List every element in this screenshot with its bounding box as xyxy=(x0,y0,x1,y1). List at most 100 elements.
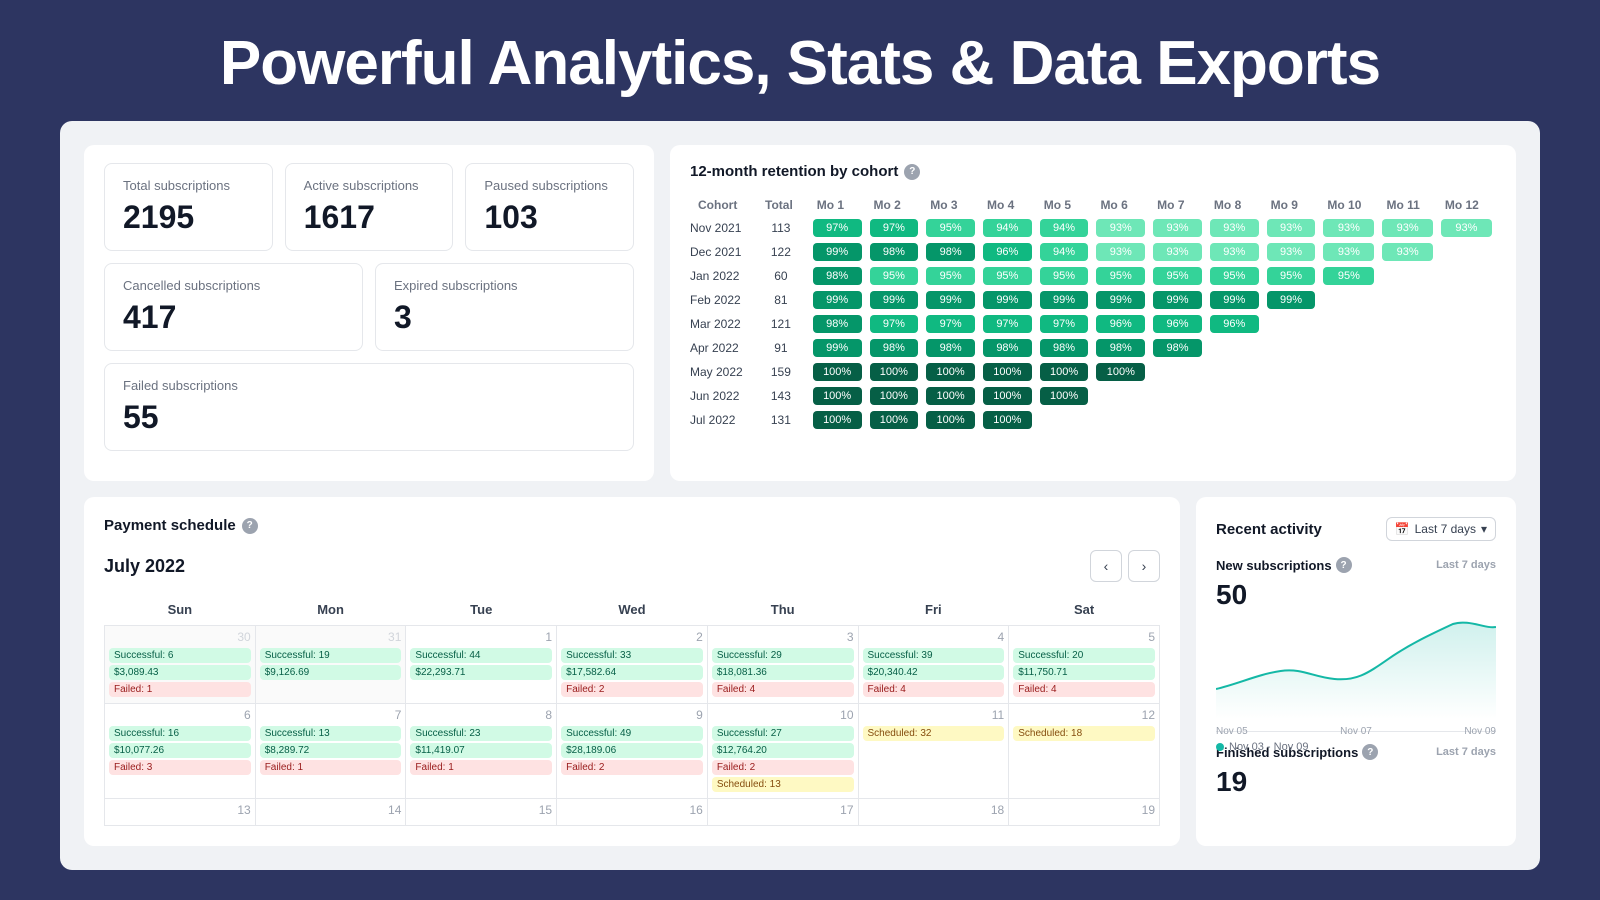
day-number: 19 xyxy=(1013,803,1155,817)
retention-total: 131 xyxy=(757,408,809,432)
retention-col-mo6: Mo 6 xyxy=(1092,194,1149,216)
date-filter-button[interactable]: 📅 Last 7 days ▾ xyxy=(1386,517,1496,541)
calendar-table: SunMonTueWedThuFriSat 30 Successful: 6 $… xyxy=(104,594,1160,826)
total-subscriptions-card: Total subscriptions 2195 xyxy=(104,163,273,251)
retention-cell xyxy=(1378,360,1436,384)
retention-help-icon[interactable]: ? xyxy=(904,164,920,180)
day-number: 30 xyxy=(109,630,251,644)
cal-tag-failed: Failed: 2 xyxy=(712,760,854,775)
retention-cell xyxy=(1206,408,1263,432)
active-value: 1617 xyxy=(304,199,435,236)
day-number: 18 xyxy=(863,803,1005,817)
retention-cell: 100% xyxy=(979,360,1036,384)
activity-title: Recent activity xyxy=(1216,521,1322,538)
retention-cell: 93% xyxy=(1378,240,1436,264)
calendar-day-header: Thu xyxy=(707,594,858,626)
new-subs-chart: Nov 05 Nov 07 Nov 09 Nov 03 - Nov 09 xyxy=(1216,619,1496,719)
payment-help-icon[interactable]: ? xyxy=(242,518,258,534)
retention-cell: 100% xyxy=(866,384,923,408)
paused-value: 103 xyxy=(484,199,615,236)
retention-cell: 95% xyxy=(922,264,979,288)
day-number: 12 xyxy=(1013,708,1155,722)
prev-month-button[interactable]: ‹ xyxy=(1090,550,1122,582)
cal-tag-scheduled: Scheduled: 32 xyxy=(863,726,1005,741)
retention-col-mo10: Mo 10 xyxy=(1319,194,1378,216)
retention-row: Jul 2022131100%100%100%100% xyxy=(690,408,1496,432)
day-number: 7 xyxy=(260,708,402,722)
calendar-day: 12Scheduled: 18 xyxy=(1009,704,1160,799)
cal-tag-failed: Failed: 4 xyxy=(863,682,1005,697)
retention-col-mo9: Mo 9 xyxy=(1263,194,1320,216)
retention-col-mo12: Mo 12 xyxy=(1437,194,1496,216)
retention-total: 113 xyxy=(757,216,809,240)
chevron-down-icon: ▾ xyxy=(1481,522,1487,536)
retention-cell: 100% xyxy=(1092,360,1149,384)
retention-cell: 94% xyxy=(979,216,1036,240)
retention-cell xyxy=(1437,240,1496,264)
cal-tag-failed: Failed: 1 xyxy=(410,760,552,775)
retention-cell xyxy=(1319,312,1378,336)
retention-cell: 98% xyxy=(866,336,923,360)
retention-cohort: Nov 2021 xyxy=(690,216,757,240)
retention-cell: 93% xyxy=(1378,216,1436,240)
retention-cell: 100% xyxy=(866,360,923,384)
calendar-day-header: Sat xyxy=(1009,594,1160,626)
retention-row: Feb 20228199%99%99%99%99%99%99%99%99% xyxy=(690,288,1496,312)
retention-cell: 98% xyxy=(809,264,866,288)
retention-cell: 97% xyxy=(979,312,1036,336)
calendar-day: 14 xyxy=(255,799,406,826)
cal-tag-success: $12,764.20 xyxy=(712,743,854,758)
cal-tag-failed: Failed: 2 xyxy=(561,760,703,775)
cal-tag-success: $22,293.71 xyxy=(410,665,552,680)
retention-cell: 100% xyxy=(979,384,1036,408)
retention-panel: 12-month retention by cohort ? CohortTot… xyxy=(670,145,1516,481)
retention-cell xyxy=(1092,384,1149,408)
retention-row: Mar 202212198%97%97%97%97%96%96%96% xyxy=(690,312,1496,336)
retention-cell: 95% xyxy=(1319,264,1378,288)
main-container: Total subscriptions 2195 Active subscrip… xyxy=(60,121,1540,870)
calendar-day-header: Fri xyxy=(858,594,1009,626)
retention-cell: 99% xyxy=(1036,288,1093,312)
cal-tag-success: $20,340.42 xyxy=(863,665,1005,680)
next-month-button[interactable]: › xyxy=(1128,550,1160,582)
activity-panel: Recent activity 📅 Last 7 days ▾ New subs… xyxy=(1196,497,1516,846)
retention-cell: 94% xyxy=(1036,216,1093,240)
calendar-week: 6Successful: 16$10,077.26Failed: 37Succe… xyxy=(105,704,1160,799)
retention-cell: 100% xyxy=(809,408,866,432)
calendar-day: 18 xyxy=(858,799,1009,826)
retention-col-mo8: Mo 8 xyxy=(1206,194,1263,216)
calendar-day-header: Sun xyxy=(105,594,256,626)
day-number: 13 xyxy=(109,803,251,817)
retention-cell: 99% xyxy=(1092,288,1149,312)
retention-row: Dec 202112299%98%98%96%94%93%93%93%93%93… xyxy=(690,240,1496,264)
calendar-day: 19 xyxy=(1009,799,1160,826)
day-number: 17 xyxy=(712,803,854,817)
active-label: Active subscriptions xyxy=(304,178,435,193)
day-number: 11 xyxy=(863,708,1005,722)
retention-cell: 99% xyxy=(809,240,866,264)
retention-total: 60 xyxy=(757,264,809,288)
calendar-day: 1Successful: 44$22,293.71 xyxy=(406,626,557,704)
calendar-day: 30 Successful: 6 $3,089.43 Failed: 1 xyxy=(105,626,256,704)
calendar-day: 16 xyxy=(557,799,708,826)
day-number: 9 xyxy=(561,708,703,722)
retention-cell xyxy=(1149,384,1206,408)
retention-col-cohort: Cohort xyxy=(690,194,757,216)
retention-cell: 99% xyxy=(809,336,866,360)
retention-cell: 95% xyxy=(922,216,979,240)
retention-cell xyxy=(1437,384,1496,408)
retention-cell: 99% xyxy=(979,288,1036,312)
retention-cell: 100% xyxy=(809,360,866,384)
retention-cell: 99% xyxy=(1206,288,1263,312)
retention-cell: 96% xyxy=(1092,312,1149,336)
cal-tag-success: Successful: 16 xyxy=(109,726,251,741)
new-subs-help-icon[interactable]: ? xyxy=(1336,557,1352,573)
retention-cell: 95% xyxy=(1206,264,1263,288)
retention-cell: 99% xyxy=(866,288,923,312)
retention-cell: 93% xyxy=(1092,216,1149,240)
calendar-nav: ‹ › xyxy=(1090,550,1160,582)
chart-x-nov07: Nov 07 xyxy=(1340,726,1372,737)
failed-subscriptions-card: Failed subscriptions 55 xyxy=(104,363,634,451)
total-value: 2195 xyxy=(123,199,254,236)
payment-panel: Payment schedule ? July 2022 ‹ › SunMonT… xyxy=(84,497,1180,846)
